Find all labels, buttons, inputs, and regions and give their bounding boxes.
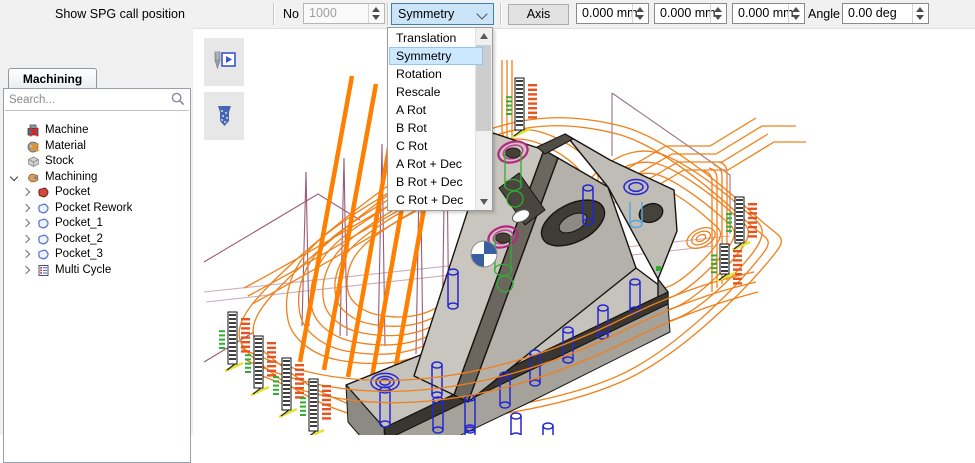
spg-number-value: 1000: [309, 4, 337, 23]
dropdown-option-b-rot-dec[interactable]: B Rot + Dec: [389, 173, 483, 191]
offset-x-value: 0.000 mm: [582, 4, 638, 23]
multi-cycle-icon: [37, 264, 50, 277]
spinner-down-icon[interactable]: [372, 15, 380, 20]
dropdown-option-rotation[interactable]: Rotation: [389, 65, 483, 83]
chevron-right-icon[interactable]: [22, 203, 30, 211]
spinner-up-icon[interactable]: [792, 7, 800, 12]
tree-item-machine[interactable]: Machine: [4, 123, 188, 138]
chevron-right-icon[interactable]: [22, 188, 30, 196]
tree-item-pocket-2[interactable]: Pocket_2: [4, 232, 188, 247]
offset-z-value: 0.000 mm: [738, 4, 794, 23]
dropdown-option-a-rot-dec[interactable]: A Rot + Dec: [389, 155, 483, 173]
offset-x-spinner[interactable]: 0.000 mm: [576, 3, 649, 24]
toolbar-separator: [387, 3, 389, 25]
chevron-right-icon[interactable]: [22, 265, 30, 273]
tree-item-label: Stock: [45, 155, 74, 167]
tree-item-multi-cycle[interactable]: Multi Cycle: [4, 263, 188, 278]
spinner-down-icon[interactable]: [792, 15, 800, 20]
toolbar-separator: [273, 3, 275, 25]
spinner-down-icon[interactable]: [636, 15, 644, 20]
tree-item-stock[interactable]: Stock: [4, 154, 188, 169]
pocket-blue-icon: [37, 202, 50, 215]
pocket-blue-icon: [37, 248, 50, 261]
angle-value: 0.00 deg: [848, 4, 897, 23]
spg-number-spinner[interactable]: 1000: [303, 3, 385, 24]
spinner-down-icon[interactable]: [916, 15, 924, 20]
search-box: [5, 90, 189, 111]
stock-icon: [27, 155, 40, 168]
tree-item-pocket-1[interactable]: Pocket_1: [4, 216, 188, 231]
spinner-up-icon[interactable]: [372, 7, 380, 12]
machining-icon: [27, 171, 40, 184]
spinner-down-icon[interactable]: [714, 15, 722, 20]
dropdown-option-c-rot-dec[interactable]: C Rot + Dec: [389, 191, 483, 209]
dropdown-option-symmetry[interactable]: Symmetry: [389, 47, 483, 65]
tree-item-pocket-3[interactable]: Pocket_3: [4, 247, 188, 262]
spinner-up-icon[interactable]: [636, 7, 644, 12]
pocket-blue-icon: [37, 233, 50, 246]
material-icon: [27, 140, 40, 153]
tree-item-pocket-rework[interactable]: Pocket Rework: [4, 201, 188, 216]
tree-item-pocket[interactable]: Pocket: [4, 185, 188, 200]
dropdown-option-c-rot[interactable]: C Rot: [389, 137, 483, 155]
toolbar-separator: [500, 3, 502, 25]
angle-spinner[interactable]: 0.00 deg: [842, 3, 929, 24]
chevron-right-icon[interactable]: [22, 219, 30, 227]
dropdown-option-rescale[interactable]: Rescale: [389, 83, 483, 101]
tree-item-label: Pocket Rework: [55, 202, 132, 214]
search-input[interactable]: [7, 91, 169, 109]
tree-item-label: Pocket: [55, 186, 90, 198]
tree-item-label: Pocket_2: [55, 233, 103, 245]
axis-button[interactable]: Axis: [508, 4, 569, 25]
chevron-down-icon: [476, 8, 487, 19]
transform-combobox[interactable]: Symmetry: [391, 3, 494, 25]
viewport-3d[interactable]: [196, 30, 975, 435]
pocket-red-icon: [37, 186, 50, 199]
tree-item-machining[interactable]: Machining: [4, 170, 188, 185]
machining-panel: Machine Material Stock Machining Pocket Pocke…: [3, 88, 191, 463]
spinner-up-icon[interactable]: [916, 7, 924, 12]
chevron-down-icon[interactable]: [10, 172, 18, 180]
top-toolbar: Show SPG call position No 1000 Symmetry …: [0, 0, 975, 29]
operations-tree: Machine Material Stock Machining Pocket Pocke…: [4, 113, 188, 461]
offset-z-spinner[interactable]: 0.000 mm: [732, 3, 805, 24]
dropdown-option-a-rot[interactable]: A Rot: [389, 101, 483, 119]
transform-value: Symmetry: [398, 4, 454, 24]
tree-item-label: Machining: [45, 171, 97, 183]
tree-item-material[interactable]: Material: [4, 139, 188, 154]
show-spg-label: Show SPG call position: [55, 0, 185, 28]
chevron-right-icon[interactable]: [22, 250, 30, 258]
spinner-up-icon[interactable]: [714, 7, 722, 12]
tab-machining[interactable]: Machining: [8, 68, 97, 89]
dropdown-option-b-rot[interactable]: B Rot: [389, 119, 483, 137]
pocket-blue-icon: [37, 217, 50, 230]
machine-icon: [27, 124, 40, 137]
offset-y-value: 0.000 mm: [660, 4, 716, 23]
angle-label: Angle: [808, 0, 840, 28]
no-label: No: [283, 0, 299, 28]
chevron-right-icon[interactable]: [22, 234, 30, 242]
tree-item-label: Material: [45, 140, 86, 152]
transform-dropdown-list: TranslationSymmetryRotationRescaleA RotB…: [387, 27, 493, 211]
offset-y-spinner[interactable]: 0.000 mm: [654, 3, 727, 24]
tree-item-label: Machine: [45, 124, 88, 136]
sidebar: Machining Machine Material Stock Machining P…: [0, 28, 193, 435]
tree-item-label: Multi Cycle: [55, 264, 111, 276]
search-icon[interactable]: [171, 92, 185, 109]
tree-item-label: Pocket_3: [55, 248, 103, 260]
dropdown-option-translation[interactable]: Translation: [389, 29, 483, 47]
tree-item-label: Pocket_1: [55, 217, 103, 229]
